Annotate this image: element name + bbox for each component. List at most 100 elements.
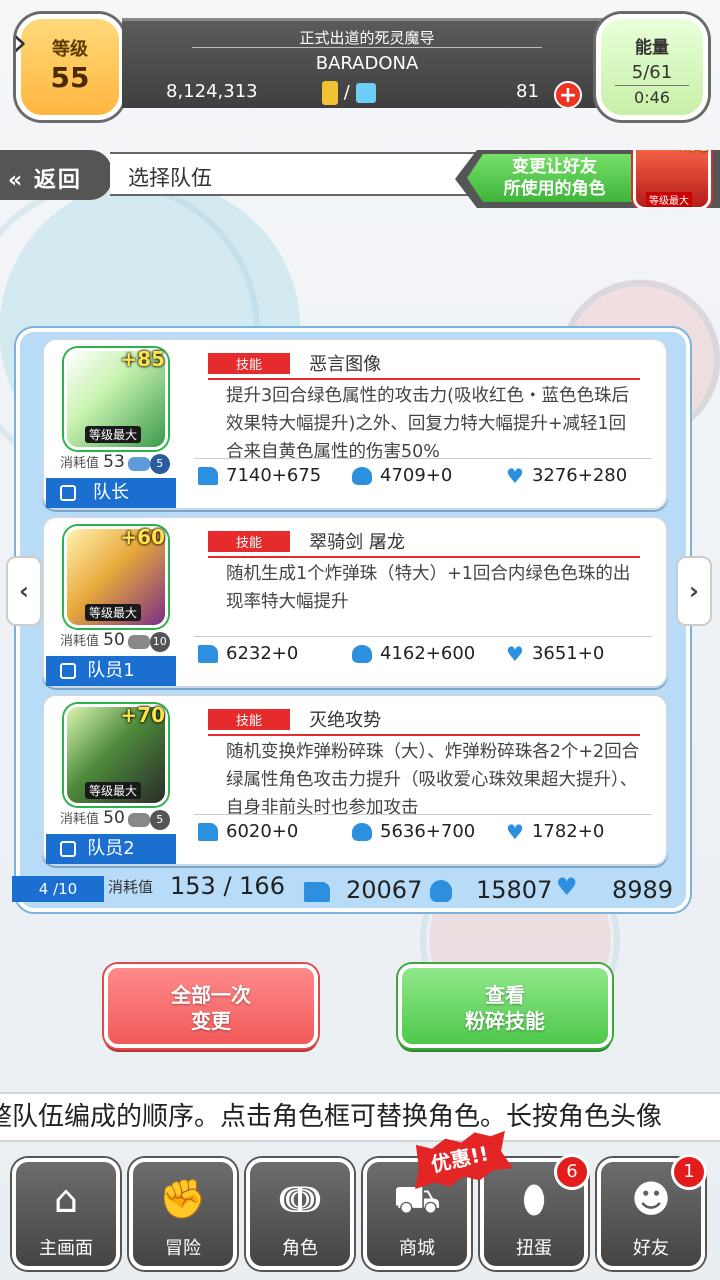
view-skill-button[interactable]: 查看 粉碎技能: [398, 964, 612, 1048]
plus-value: +60: [120, 525, 165, 549]
chevron-left-icon[interactable]: ›: [0, 20, 40, 80]
skill-info: 技能 灭绝攻势 随机变换炸弹粉碎珠（大）、炸弹粉碎珠各2个+2回合绿属性角色攻击…: [208, 706, 640, 822]
hint-ticker: 整队伍编成的顺序。点击角色框可替换角色。长按角色头像: [0, 1092, 720, 1142]
skill-description: 随机变换炸弹粉碎珠（大）、炸弹粉碎珠各2个+2回合绿属性角色攻击力提升（吸收爱心…: [226, 742, 640, 818]
skill-underline: [208, 378, 640, 380]
attack-icon: [352, 645, 372, 663]
tab-gacha[interactable]: ⬮ 扭蛋 6: [480, 1154, 590, 1270]
next-team-button[interactable]: ›: [676, 556, 712, 626]
heart-icon: ♥: [506, 642, 524, 666]
cost-info: 消耗值 50 5: [60, 808, 170, 830]
cost-badge: 5: [149, 453, 170, 474]
cost-icon: [127, 634, 150, 649]
cost-info: 消耗值 50 10: [60, 630, 170, 652]
heart-icon: ♥: [556, 873, 578, 901]
bottom-tab-bar: ⌂ 主画面 ✊ 冒险 ↈ 角色 ⛟ 商城 ⬮ 扭蛋 6 ☻ 好友 1: [0, 1150, 720, 1280]
coin-icon: [322, 81, 338, 105]
role-label: 队长: [46, 478, 176, 508]
tab-label: 扭蛋: [516, 1238, 552, 1259]
cost-badge: 10: [149, 631, 170, 652]
stats-row: 6020+0 5636+700 ♥ 1782+0: [194, 814, 652, 852]
cost-value: 50: [103, 630, 125, 650]
team-summary: 4 /10 消耗值 153 / 166 20067 15807 ♥ 8989: [12, 870, 690, 910]
team-count-text: 4 /10: [38, 880, 78, 898]
team-member-card[interactable]: +70 等级最大 消耗值 50 5 队员2 技能 灭绝攻势 随机变换炸弹粉碎珠（大…: [42, 694, 668, 866]
character-portrait[interactable]: +85 等级最大: [64, 347, 168, 450]
stats-row: 7140+675 4709+0 ♥ 3276+280: [194, 458, 652, 496]
team-member-card[interactable]: +60 等级最大 消耗值 50 10 队员1 技能 翠骑剑 屠龙 随机生成1个炸弹…: [42, 516, 668, 688]
skill-name: 翠骑剑 屠龙: [309, 532, 405, 553]
energy-timer: 0:46: [634, 88, 670, 107]
hp-icon: [198, 467, 218, 485]
tab-label: 商城: [399, 1238, 435, 1259]
total-attack: 15807: [476, 876, 553, 904]
previous-team-button[interactable]: ‹: [6, 556, 42, 626]
gem-count: 81: [516, 81, 539, 102]
checkbox-icon: [60, 841, 76, 857]
attack-value: 4162+600: [380, 643, 476, 664]
role-text: 队员2: [87, 838, 135, 859]
rabbit-icon: ↈ: [279, 1177, 321, 1221]
page-title: 选择队伍: [110, 152, 490, 196]
currency-icons: /: [322, 81, 376, 105]
attack-icon: [352, 467, 372, 485]
cost-label: 消耗值: [60, 812, 100, 827]
player-name: BARADONA: [315, 53, 419, 74]
cost-value: 53: [103, 452, 125, 472]
handshake-icon: ✊: [159, 1177, 207, 1221]
tab-characters[interactable]: ↈ 角色: [246, 1158, 354, 1270]
role-text: 队员1: [87, 660, 135, 681]
total-cost-value: 153 / 166: [170, 872, 285, 900]
total-hp: 20067: [346, 876, 423, 904]
notification-badge: 6: [554, 1154, 590, 1190]
change-friend-label: 变更让好友 所使用的角色: [467, 154, 642, 202]
skill-description: 提升3回合绿色属性的攻击力(吸收红色・蓝色色珠后效果特大幅提升)之外、回复力特大…: [226, 386, 629, 462]
cost-badge: 5: [149, 809, 170, 830]
total-cost-label: 消耗值: [108, 878, 154, 896]
skill-tag: 技能: [208, 708, 291, 730]
plus-value: +85: [120, 347, 165, 371]
team-member-card[interactable]: +85 等级最大 消耗值 53 5 队长 技能 恶言图像 提升3回合绿色属性的攻击…: [42, 338, 668, 510]
change-all-button[interactable]: 全部一次 变更: [104, 964, 318, 1048]
player-info-bar: 正式出道的死灵魔导 BARADONA 8,124,313 / 81 +: [122, 18, 612, 109]
team-count: 4 /10: [12, 876, 104, 902]
cost-label: 消耗值: [60, 456, 100, 471]
skill-underline: [208, 556, 640, 558]
hp-icon: [198, 645, 218, 663]
skill-info: 技能 恶言图像 提升3回合绿色属性的攻击力(吸收红色・蓝色色珠后效果特大幅提升)…: [208, 350, 640, 466]
energy-value: 5/61: [631, 62, 673, 83]
gem-icon: [355, 83, 376, 103]
tab-label: 好友: [633, 1238, 669, 1259]
back-button[interactable]: « 返回: [0, 150, 112, 200]
cost-value: 50: [103, 808, 125, 828]
tab-adventure[interactable]: ✊ 冒险: [129, 1158, 237, 1270]
change-friend-char-button[interactable]: 变更让好友 所使用的角色 +73 等级最大: [455, 150, 720, 208]
skill-tag: 技能: [208, 530, 291, 552]
character-portrait[interactable]: +60 等级最大: [64, 525, 168, 628]
hp-value: 6232+0: [226, 643, 299, 664]
cost-icon: [127, 456, 150, 471]
recovery-value: 1782+0: [531, 821, 605, 842]
heart-icon: ♥: [506, 820, 524, 844]
attack-value: 5636+700: [380, 821, 476, 842]
tab-label: 主画面: [39, 1238, 93, 1259]
skill-tag: 技能: [208, 352, 291, 374]
add-gems-button[interactable]: +: [554, 81, 582, 109]
checkbox-icon: [60, 485, 76, 501]
gold-amount: 8,124,313: [166, 81, 258, 102]
tab-home[interactable]: ⌂ 主画面: [12, 1158, 120, 1270]
heart-icon: ♥: [506, 464, 524, 488]
max-level-label: 等级最大: [85, 782, 142, 799]
role-label: 队员1: [46, 656, 176, 686]
plus-value: +70: [120, 703, 165, 727]
back-label: 返回: [33, 168, 82, 193]
total-recovery: 8989: [612, 876, 674, 904]
cost-label: 消耗值: [60, 634, 100, 649]
tab-friends[interactable]: ☻ 好友 1: [597, 1154, 707, 1270]
hp-icon: [304, 882, 330, 902]
change-all-line1: 全部一次: [171, 983, 251, 1007]
character-portrait[interactable]: +70 等级最大: [64, 703, 168, 806]
double-chevron-left-icon: «: [8, 168, 25, 193]
change-all-line2: 变更: [191, 1009, 231, 1033]
notification-badge: 1: [671, 1154, 707, 1190]
